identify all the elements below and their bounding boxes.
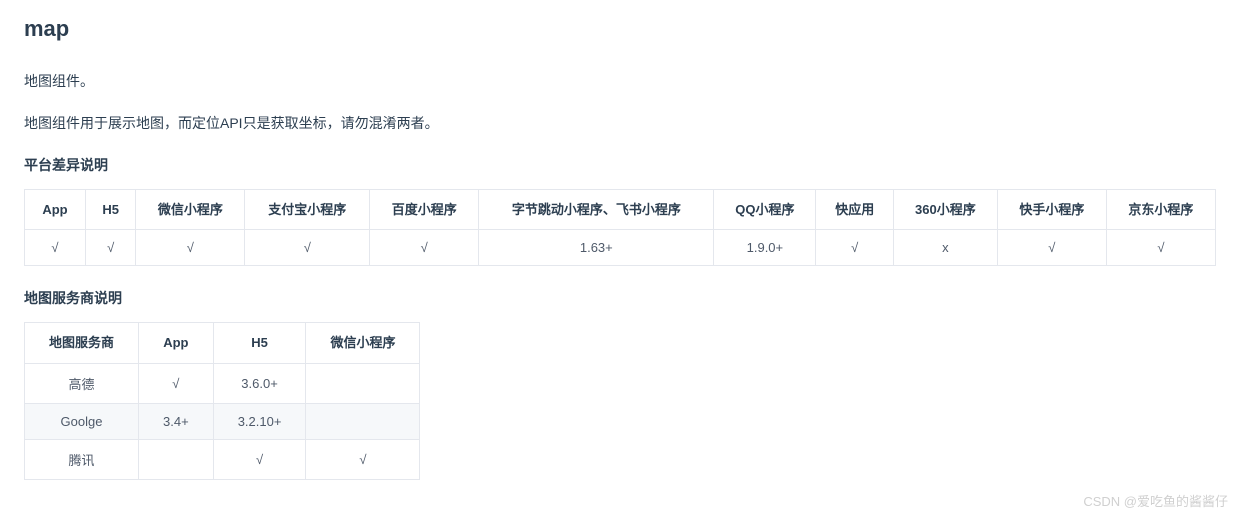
table-cell: 1.9.0+: [714, 230, 816, 266]
table-cell: √: [1106, 230, 1215, 266]
section-heading-map-providers: 地图服务商说明: [24, 288, 1216, 308]
intro-paragraph-1: 地图组件。: [24, 70, 1216, 92]
table-header-row: App H5 微信小程序 支付宝小程序 百度小程序 字节跳动小程序、飞书小程序 …: [25, 189, 1216, 230]
table-cell: √: [306, 439, 420, 479]
table-header-cell: 百度小程序: [370, 189, 479, 230]
table-header-cell: 微信小程序: [306, 323, 420, 364]
platform-diff-table: App H5 微信小程序 支付宝小程序 百度小程序 字节跳动小程序、飞书小程序 …: [24, 189, 1216, 267]
table-header-cell: 360小程序: [893, 189, 997, 230]
table-cell: [139, 439, 214, 479]
table-cell: 高德: [25, 363, 139, 403]
table-header-cell: 快手小程序: [997, 189, 1106, 230]
table-header-cell: 京东小程序: [1106, 189, 1215, 230]
table-header-cell: 支付宝小程序: [245, 189, 370, 230]
table-cell: 1.63+: [479, 230, 714, 266]
table-row: 高德 √ 3.6.0+: [25, 363, 420, 403]
table-header-cell: 地图服务商: [25, 323, 139, 364]
table-cell: Goolge: [25, 403, 139, 439]
table-row: Goolge 3.4+ 3.2.10+: [25, 403, 420, 439]
table-cell: √: [85, 230, 135, 266]
table-row: 腾讯 √ √: [25, 439, 420, 479]
intro-paragraph-2: 地图组件用于展示地图，而定位API只是获取坐标，请勿混淆两者。: [24, 112, 1216, 134]
table-header-cell: 微信小程序: [136, 189, 245, 230]
table-cell: √: [816, 230, 894, 266]
table-cell: √: [997, 230, 1106, 266]
table-cell: √: [213, 439, 306, 479]
table-header-cell: App: [25, 189, 86, 230]
table-header-cell: QQ小程序: [714, 189, 816, 230]
table-cell: [306, 363, 420, 403]
table-header-cell: 字节跳动小程序、飞书小程序: [479, 189, 714, 230]
table-cell: √: [245, 230, 370, 266]
table-cell: √: [370, 230, 479, 266]
table-header-cell: App: [139, 323, 214, 364]
table-cell: x: [893, 230, 997, 266]
table-cell: [306, 403, 420, 439]
section-heading-platform-diff: 平台差异说明: [24, 155, 1216, 175]
table-cell: √: [139, 363, 214, 403]
table-header-cell: H5: [85, 189, 135, 230]
watermark-text: CSDN @爱吃鱼的酱酱仔: [1083, 491, 1228, 510]
table-cell: 3.4+: [139, 403, 214, 439]
table-cell: √: [136, 230, 245, 266]
map-provider-table: 地图服务商 App H5 微信小程序 高德 √ 3.6.0+ Goolge 3.…: [24, 322, 420, 480]
table-cell: 3.6.0+: [213, 363, 306, 403]
table-cell: 3.2.10+: [213, 403, 306, 439]
table-cell: √: [25, 230, 86, 266]
table-header-cell: 快应用: [816, 189, 894, 230]
page-title: map: [24, 16, 1216, 42]
table-row: √ √ √ √ √ 1.63+ 1.9.0+ √ x √ √: [25, 230, 1216, 266]
table-header-cell: H5: [213, 323, 306, 364]
table-cell: 腾讯: [25, 439, 139, 479]
table-header-row: 地图服务商 App H5 微信小程序: [25, 323, 420, 364]
